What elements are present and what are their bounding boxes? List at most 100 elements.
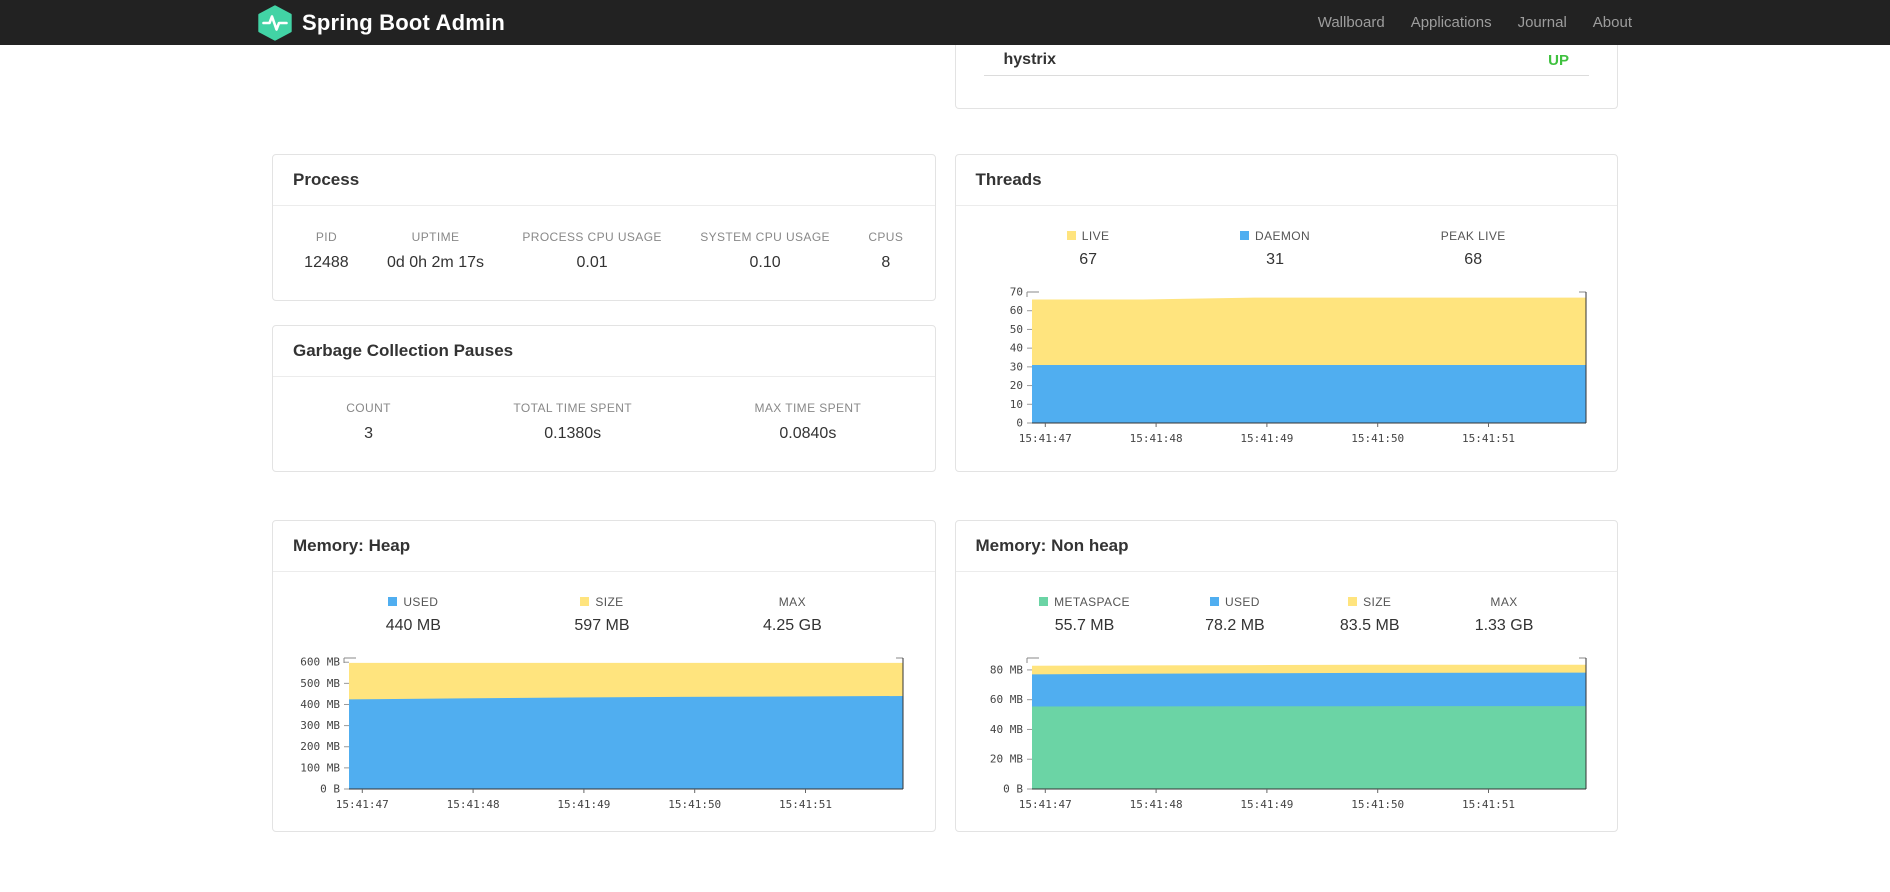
- legend-value: 68: [1464, 251, 1483, 268]
- legend-item-size: SIZE 83.5 MB: [1340, 594, 1400, 635]
- used-swatch-icon: [388, 597, 398, 606]
- metric-gc-total-time: TOTAL TIME SPENT 0.1380s: [513, 401, 632, 443]
- nav-link-wallboard[interactable]: Wallboard: [1318, 14, 1385, 31]
- svg-text:15:41:47: 15:41:47: [1018, 798, 1071, 811]
- memory-nonheap-chart: 0 B 20 MB 40 MB 60 MB 80 MB 15:41:47 15:41:48 1…: [970, 649, 1602, 815]
- top-row-left-spacer: [272, 45, 936, 109]
- metric-label: TOTAL TIME SPENT: [513, 401, 633, 415]
- svg-text:15:41:51: 15:41:51: [779, 798, 832, 811]
- legend-item-peak-live: PEAK LIVE 68: [1441, 228, 1506, 269]
- svg-text:0 B: 0 B: [320, 783, 340, 796]
- metric-value: 0.1380s: [544, 425, 602, 442]
- metric-label: UPTIME: [411, 230, 460, 244]
- svg-text:15:41:48: 15:41:48: [1129, 432, 1182, 445]
- metaspace-swatch-icon: [1039, 597, 1049, 606]
- threads-panel: Threads LIVE 67 DAEMON 31 PEAK LIVE 68 0…: [954, 154, 1618, 472]
- metric-value: 0.01: [576, 254, 608, 271]
- legend-item-max: MAX 1.33 GB: [1475, 594, 1534, 635]
- legend-item-metaspace: METASPACE 55.7 MB: [1039, 594, 1130, 635]
- svg-text:15:41:48: 15:41:48: [1129, 798, 1182, 811]
- gc-metrics: COUNT 3 TOTAL TIME SPENT 0.1380s MAX TIM…: [273, 377, 935, 471]
- svg-text:15:41:49: 15:41:49: [557, 798, 610, 811]
- daemon-swatch-icon: [1240, 231, 1250, 240]
- legend-item-max: MAX 4.25 GB: [763, 594, 822, 635]
- svg-text:70: 70: [1009, 286, 1022, 299]
- threads-panel-title: Threads: [955, 155, 1617, 206]
- svg-text:500 MB: 500 MB: [300, 677, 340, 690]
- legend-label: DAEMON: [1255, 228, 1311, 243]
- navbar-links: Wallboard Applications Journal About: [1318, 14, 1632, 31]
- svg-text:20: 20: [1009, 379, 1022, 392]
- legend-value: 1.33 GB: [1474, 617, 1534, 634]
- application-name: hystrix: [1003, 51, 1056, 68]
- legend-label: METASPACE: [1054, 594, 1130, 609]
- svg-text:20 MB: 20 MB: [989, 753, 1022, 766]
- metric-system-cpu-usage: SYSTEM CPU USAGE 0.10: [700, 230, 830, 272]
- svg-text:400 MB: 400 MB: [300, 698, 340, 711]
- legend-label: PEAK LIVE: [1440, 228, 1506, 243]
- legend-value: 55.7 MB: [1054, 617, 1115, 634]
- metric-label: MAX TIME SPENT: [754, 401, 862, 415]
- svg-text:15:41:51: 15:41:51: [1462, 432, 1515, 445]
- legend-item-daemon: DAEMON 31: [1240, 228, 1310, 269]
- legend-label: MAX: [778, 594, 806, 609]
- svg-text:15:41:47: 15:41:47: [1018, 432, 1071, 445]
- process-metrics: PID 12488 UPTIME 0d 0h 2m 17s PROCESS CP…: [273, 206, 935, 300]
- metric-label: COUNT: [346, 401, 391, 415]
- legend-value: 78.2 MB: [1205, 617, 1265, 634]
- svg-text:60: 60: [1009, 304, 1022, 317]
- application-row-hystrix[interactable]: hystrix UP: [983, 45, 1589, 76]
- legend-label: SIZE: [1363, 594, 1392, 609]
- svg-text:200 MB: 200 MB: [300, 740, 340, 753]
- legend-label: SIZE: [595, 594, 624, 609]
- process-panel: Process PID 12488 UPTIME 0d 0h 2m 17s PR…: [272, 154, 936, 301]
- nav-link-about[interactable]: About: [1593, 14, 1632, 31]
- svg-text:100 MB: 100 MB: [300, 761, 340, 774]
- metric-value: 0.0840s: [779, 425, 837, 442]
- svg-text:0: 0: [1016, 417, 1023, 430]
- svg-text:15:41:49: 15:41:49: [1240, 798, 1293, 811]
- svg-text:60 MB: 60 MB: [989, 693, 1022, 706]
- metric-value: 12488: [304, 254, 349, 271]
- memory-heap-panel-title: Memory: Heap: [273, 521, 935, 572]
- used-swatch-icon: [1209, 597, 1219, 606]
- svg-text:40 MB: 40 MB: [989, 723, 1022, 736]
- brand[interactable]: Spring Boot Admin: [258, 4, 505, 41]
- svg-text:15:41:47: 15:41:47: [336, 798, 389, 811]
- svg-text:15:41:49: 15:41:49: [1240, 432, 1293, 445]
- live-swatch-icon: [1066, 231, 1076, 240]
- memory-nonheap-legend: METASPACE 55.7 MB USED 78.2 MB SIZE 83.5…: [956, 572, 1618, 635]
- legend-label: USED: [403, 594, 439, 609]
- svg-text:50: 50: [1009, 323, 1022, 336]
- metric-value: 3: [364, 425, 374, 442]
- legend-item-used: USED 440 MB: [386, 594, 441, 635]
- memory-heap-panel: Memory: Heap USED 440 MB SIZE 597 MB MAX…: [272, 520, 936, 832]
- metric-pid: PID 12488: [304, 230, 349, 272]
- size-swatch-icon: [1348, 597, 1358, 606]
- gc-panel: Garbage Collection Pauses COUNT 3 TOTAL …: [272, 325, 936, 472]
- metric-cpus: CPUS 8: [868, 230, 903, 272]
- legend-value: 4.25 GB: [763, 617, 822, 634]
- metric-label: PROCESS CPU USAGE: [522, 230, 662, 244]
- legend-label: LIVE: [1081, 228, 1110, 243]
- metric-uptime: UPTIME 0d 0h 2m 17s: [387, 230, 484, 272]
- metric-value: 0d 0h 2m 17s: [387, 254, 484, 271]
- metric-value: 0.10: [749, 254, 781, 271]
- process-panel-title: Process: [273, 155, 935, 206]
- metric-label: CPUS: [868, 230, 904, 244]
- svg-text:300 MB: 300 MB: [300, 719, 340, 732]
- legend-label: USED: [1224, 594, 1260, 609]
- nav-link-applications[interactable]: Applications: [1411, 14, 1492, 31]
- nav-link-journal[interactable]: Journal: [1518, 14, 1567, 31]
- svg-text:10: 10: [1009, 398, 1022, 411]
- legend-value: 31: [1266, 251, 1284, 268]
- svg-text:15:41:48: 15:41:48: [447, 798, 500, 811]
- threads-legend: LIVE 67 DAEMON 31 PEAK LIVE 68: [956, 206, 1618, 269]
- metric-process-cpu-usage: PROCESS CPU USAGE 0.01: [522, 230, 662, 272]
- svg-text:15:41:50: 15:41:50: [1351, 432, 1404, 445]
- legend-label: MAX: [1490, 594, 1518, 609]
- legend-value: 440 MB: [385, 617, 441, 634]
- svg-text:600 MB: 600 MB: [300, 656, 340, 669]
- svg-text:0 B: 0 B: [1003, 783, 1023, 796]
- metric-label: SYSTEM CPU USAGE: [700, 230, 830, 244]
